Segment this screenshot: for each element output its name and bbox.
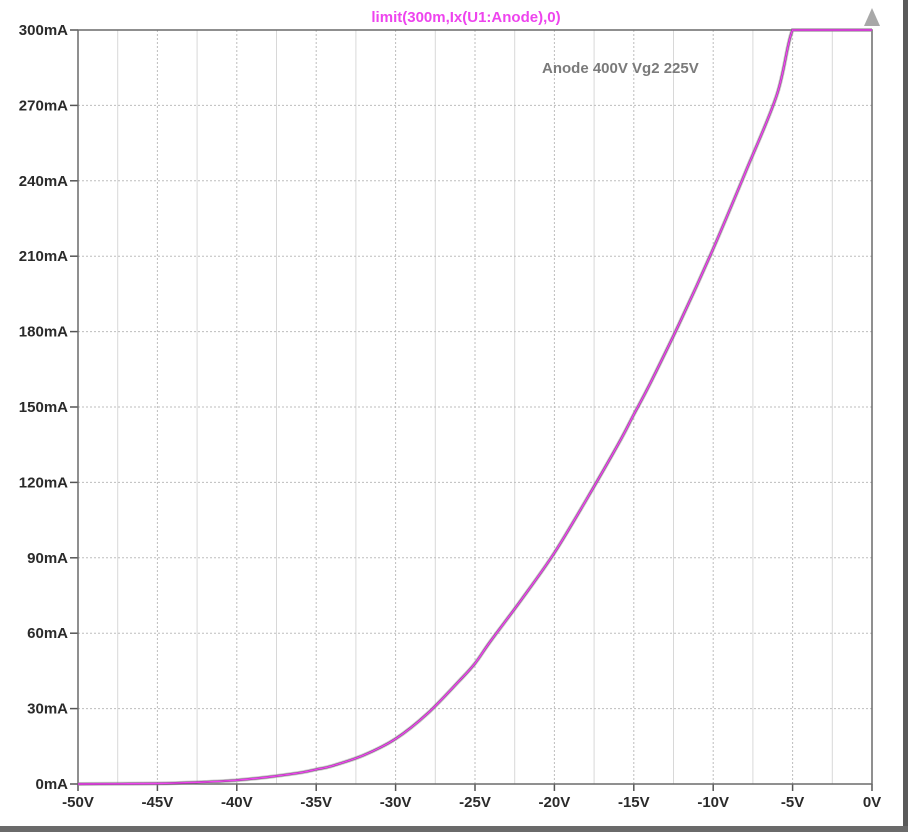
x-tick-label: -5V (781, 794, 804, 811)
x-tick-label: -40V (221, 794, 253, 811)
x-tick-label: -45V (142, 794, 174, 811)
y-tick-label: 180mA (19, 324, 68, 341)
x-tick-label: -35V (300, 794, 332, 811)
y-tick-label: 120mA (19, 474, 68, 491)
y-tick-label: 0mA (35, 776, 68, 793)
grid (78, 30, 872, 784)
y-tick-label: 60mA (27, 625, 68, 642)
y-tick-label: 300mA (19, 22, 68, 39)
bottom-window-border (0, 826, 908, 832)
right-window-border (903, 0, 908, 832)
chart-window: 0mA 30mA 60mA 90mA 120mA 150mA 180mA 210mA 240mA… (0, 0, 908, 832)
chart-title: limit(300m,Ix(U1:Anode),0) (371, 9, 560, 26)
x-tick-label: -20V (539, 794, 571, 811)
y-tick-label: 30mA (27, 701, 68, 718)
x-tick-label: -15V (618, 794, 650, 811)
y-tick-label: 150mA (19, 399, 68, 416)
y-tick-label: 210mA (19, 248, 68, 265)
x-tick-label: 0V (863, 794, 881, 811)
annotation-text: Anode 400V Vg2 225V (542, 60, 699, 77)
y-tick-label: 90mA (27, 550, 68, 567)
x-tick-label: -10V (697, 794, 729, 811)
x-tick-label: -30V (380, 794, 412, 811)
x-tick-label: -25V (459, 794, 491, 811)
y-tick-label: 240mA (19, 173, 68, 190)
y-tick-label: 270mA (19, 97, 68, 114)
x-tick-label: -50V (62, 794, 94, 811)
chart-svg: 0mA 30mA 60mA 90mA 120mA 150mA 180mA 210mA 240mA… (0, 0, 908, 832)
chart-background (0, 0, 908, 832)
